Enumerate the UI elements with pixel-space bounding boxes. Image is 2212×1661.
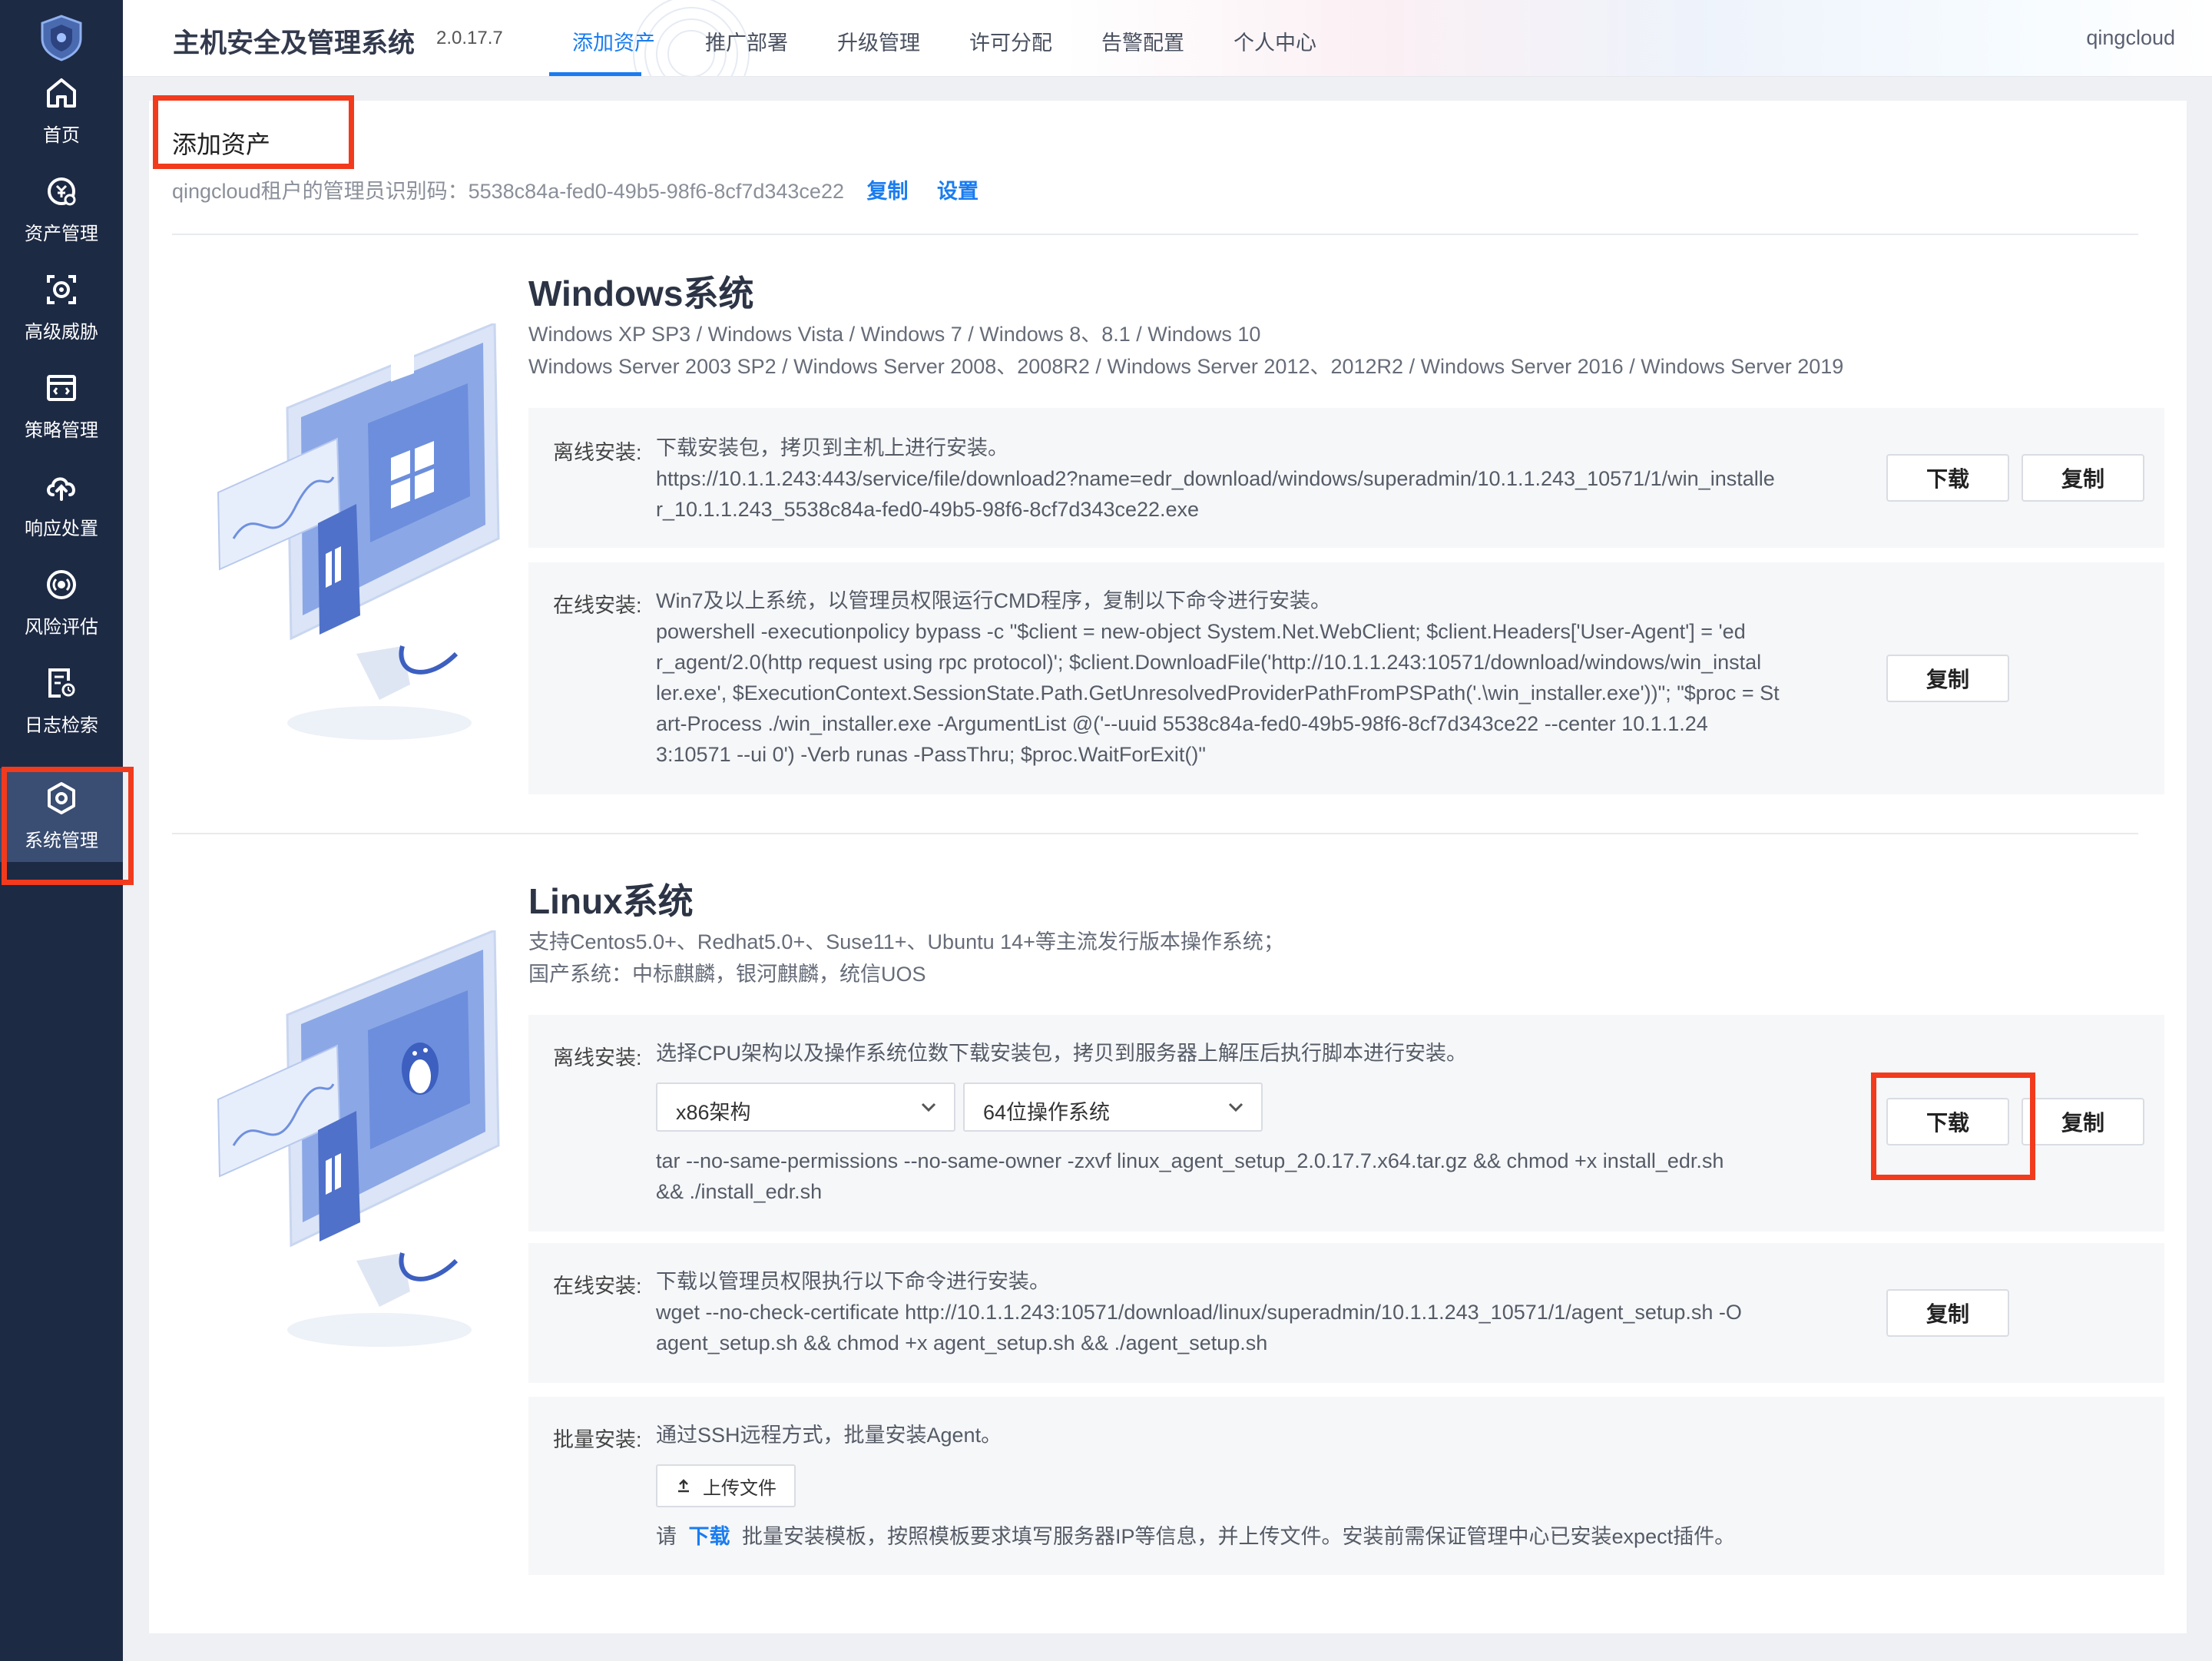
sidebar-item-risk[interactable]: 风险评估 [0,555,123,648]
linux-online-cmd-line1: wget --no-check-certificate http://10.1.… [656,1301,1742,1324]
page-title: 添加资产 [172,131,271,158]
windows-online-desc: Win7及以上系统，以管理员权限运行CMD程序，复制以下命令进行安装。 [656,589,1332,612]
offline-install-label: 离线安装: [553,1046,642,1069]
sidebar-item-policy[interactable]: 策略管理 [0,358,123,452]
top-header: 主机安全及管理系统 2.0.17.7 添加资产 推广部署 升级管理 许可分配 告… [123,0,2212,77]
sidebar-item-label: 风险评估 [25,616,98,638]
windows-online-cmd-line4: art-Process ./win_installer.exe -Argumen… [656,712,1708,735]
windows-online-copy-button[interactable]: 复制 [1886,655,2009,702]
windows-supported-versions-2: Windows Server 2003 SP2 / Windows Server… [528,355,1844,378]
tenant-id-text: qingcloud租户的管理员识别码：5538c84a-fed0-49b5-98… [172,180,844,203]
shield-logo-icon [41,15,82,61]
main-card: 添加资产 qingcloud租户的管理员识别码：5538c84a-fed0-49… [149,101,2187,1633]
linux-computer-illustration [217,930,500,1347]
windows-offline-url-line1: https://10.1.1.243:443/service/file/down… [656,467,1775,490]
linux-online-desc: 下载以管理员权限执行以下命令进行安装。 [656,1270,1050,1293]
upload-file-button[interactable]: 上传文件 [656,1464,796,1507]
log-search-icon [48,668,75,698]
batch-note-prefix: 请 [656,1525,677,1548]
linux-offline-desc: 选择CPU架构以及操作系统位数下载安装包，拷贝到服务器上解压后执行脚本进行安装。 [656,1042,1468,1065]
linux-online-panel: 在线安装: 下载以管理员权限执行以下命令进行安装。 wget --no-chec… [528,1243,2164,1383]
linux-offline-cmd-line1: tar --no-same-permissions --no-same-owne… [656,1149,1724,1172]
upload-file-label: 上传文件 [703,1477,777,1499]
linux-domestic-systems: 国产系统：中标麒麟，银河麒麟，统信UOS [528,963,926,986]
windows-offline-download-button[interactable]: 下载 [1886,454,2009,502]
tab-alert-config[interactable]: 告警配置 [1101,26,1184,56]
windows-supported-versions-1: Windows XP SP3 / Windows Vista / Windows… [528,323,1261,346]
upload-icon [678,1479,689,1493]
divider [172,234,2138,235]
windows-offline-copy-button[interactable]: 复制 [2022,454,2144,502]
tab-deploy[interactable]: 推广部署 [705,26,788,56]
windows-online-cmd-line3: ler.exe', $ExecutionContext.SessionState… [656,681,1780,705]
chevron-down-icon [921,1102,936,1112]
system-settings-icon [48,781,75,814]
sidebar-item-label: 资产管理 [25,223,98,244]
windows-section-title: Windows系统 [528,274,754,313]
batch-install-panel: 批量安装: 通过SSH远程方式，批量安装Agent。 上传文件 请 下载 批量安… [528,1397,2164,1575]
online-install-label: 在线安装: [553,594,642,617]
batch-note-suffix: 批量安装模板，按照模板要求填写服务器IP等信息，并上传文件。安装前需保证管理中心… [742,1525,1736,1548]
linux-offline-download-button[interactable]: 下载 [1886,1098,2009,1145]
batch-install-label: 批量安装: [553,1428,642,1451]
copy-tenant-id-link[interactable]: 复制 [867,180,909,203]
linux-supported-distros: 支持Centos5.0+、Redhat5.0+、Suse11+、Ubuntu 1… [528,930,1284,953]
sidebar-item-label: 首页 [43,124,80,146]
sidebar-item-threat[interactable]: 高级威胁 [0,260,123,353]
linux-offline-cmd-line2: && ./install_edr.sh [656,1180,823,1203]
threat-icon [47,274,76,304]
windows-offline-panel: 离线安装: 下载安装包，拷贝到主机上进行安装。 https://10.1.1.2… [528,408,2164,548]
offline-install-label: 离线安装: [553,441,642,464]
linux-online-copy-button[interactable]: 复制 [1886,1289,2009,1337]
windows-computer-illustration [217,323,500,740]
windows-online-cmd-line2: r_agent/2.0(http request using rpc proto… [656,651,1762,674]
cpu-arch-value: x86架构 [676,1101,751,1124]
active-tab-indicator [549,72,641,76]
sidebar-item-label: 系统管理 [25,830,98,851]
windows-online-panel: 在线安装: Win7及以上系统，以管理员权限运行CMD程序，复制以下命令进行安装… [528,562,2164,794]
sidebar-item-home[interactable]: 首页 [0,63,123,157]
windows-offline-url-line2: r_10.1.1.243_5538c84a-fed0-49b5-98f6-8cf… [656,498,1200,521]
linux-section-title: Linux系统 [528,881,694,921]
os-bits-value: 64位操作系统 [983,1101,1111,1124]
download-template-link[interactable]: 下载 [689,1525,730,1548]
tab-license[interactable]: 许可分配 [969,26,1052,56]
settings-link[interactable]: 设置 [937,180,979,203]
chevron-down-icon [1228,1102,1243,1112]
sidebar-item-log[interactable]: 日志检索 [0,653,123,747]
sidebar-item-system[interactable]: 系统管理 [0,768,123,862]
tab-personal-center[interactable]: 个人中心 [1233,26,1316,56]
linux-offline-panel: 离线安装: 选择CPU架构以及操作系统位数下载安装包，拷贝到服务器上解压后执行脚… [528,1015,2164,1232]
app-title: 主机安全及管理系统 [173,28,416,58]
os-bits-select[interactable]: 64位操作系统 [963,1082,1263,1132]
windows-offline-desc: 下载安装包，拷贝到主机上进行安装。 [656,436,1008,459]
sidebar-item-label: 策略管理 [25,419,98,441]
risk-icon [47,569,76,599]
sidebar-item-label: 日志检索 [25,714,98,736]
user-name[interactable]: qingcloud [2086,26,2175,50]
sidebar-item-asset[interactable]: 资产管理 [0,161,123,255]
policy-icon [47,374,76,401]
sidebar: 首页 资产管理 高级威胁 策略管理 响应处置 风险评估 日志检索 系统管理 [0,0,123,1661]
sidebar-item-response[interactable]: 响应处置 [0,456,123,550]
linux-online-cmd-line2: agent_setup.sh && chmod +x agent_setup.s… [656,1331,1268,1354]
linux-offline-copy-button[interactable]: 复制 [2022,1098,2144,1145]
cloud-upload-icon [47,477,75,501]
tenant-id-line: qingcloud租户的管理员识别码：5538c84a-fed0-49b5-98… [172,174,979,204]
cpu-arch-select[interactable]: x86架构 [656,1082,955,1132]
tab-add-asset[interactable]: 添加资产 [572,26,655,56]
online-install-label: 在线安装: [553,1275,642,1298]
batch-install-desc: 通过SSH远程方式，批量安装Agent。 [656,1424,1002,1447]
divider [172,833,2138,834]
home-icon [47,78,76,108]
tab-upgrade[interactable]: 升级管理 [837,26,920,56]
batch-install-note: 请 下载 批量安装模板，按照模板要求填写服务器IP等信息，并上传文件。安装前需保… [656,1521,1735,1552]
windows-online-cmd-line1: powershell -executionpolicy bypass -c "$… [656,620,1746,643]
sidebar-item-label: 响应处置 [25,518,98,539]
app-version: 2.0.17.7 [436,28,503,48]
windows-online-cmd-line5: 3:10571 --ui 0') -Verb runas -PassThru; … [656,743,1206,766]
asset-icon [48,177,76,205]
sidebar-item-label: 高级威胁 [25,321,98,343]
